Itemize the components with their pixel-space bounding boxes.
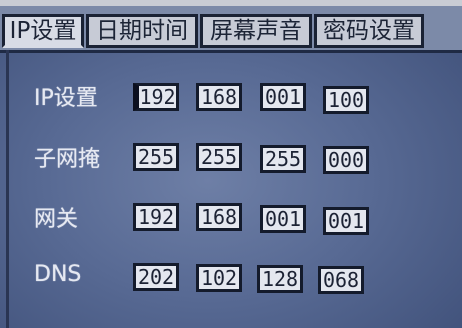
subnet-octet-4[interactable] (323, 146, 369, 174)
subnet-octet-1[interactable] (133, 143, 179, 171)
gateway-octet-2[interactable] (196, 203, 242, 231)
ip-label: IP设置 (34, 86, 98, 111)
gateway-octet-4[interactable] (323, 207, 369, 235)
gateway-label: 网关 (34, 207, 79, 232)
gateway-octet-1[interactable] (133, 203, 179, 231)
ip-octet-2[interactable] (196, 83, 242, 111)
ip-octet-3[interactable] (260, 83, 306, 111)
dns-octet-2[interactable] (196, 264, 242, 292)
ip-octet-1[interactable] (133, 83, 179, 111)
dns-octet-1[interactable] (133, 263, 179, 291)
dns-octet-4[interactable] (318, 266, 364, 294)
dns-octet-3[interactable] (257, 265, 303, 293)
subnet-octet-2[interactable] (196, 143, 242, 171)
tab-ip-settings[interactable]: IP设置 (2, 14, 84, 48)
tab-bar: IP设置 日期时间 屏幕声音 密码设置 (0, 6, 462, 53)
lcd-screen: IP设置 日期时间 屏幕声音 密码设置 IP设置 子网掩 网关 DNS (0, 0, 462, 328)
subnet-mask-label: 子网掩 (34, 147, 101, 172)
ip-octet-4[interactable] (323, 86, 369, 114)
subnet-octet-3[interactable] (260, 145, 306, 173)
gateway-octet-3[interactable] (260, 205, 306, 233)
dns-label: DNS (34, 262, 82, 287)
tab-password-settings[interactable]: 密码设置 (314, 14, 424, 48)
tab-date-time[interactable]: 日期时间 (86, 14, 198, 48)
tab-screen-sound[interactable]: 屏幕声音 (200, 14, 312, 48)
